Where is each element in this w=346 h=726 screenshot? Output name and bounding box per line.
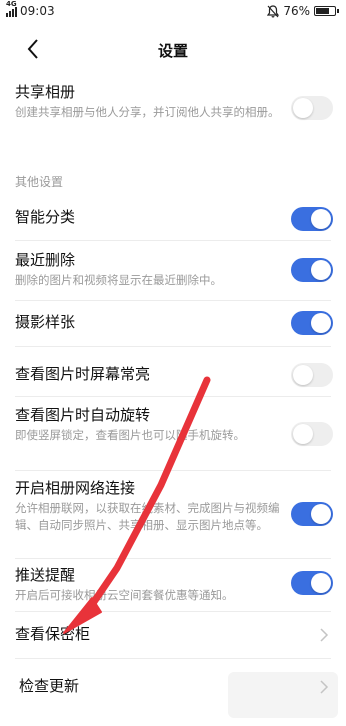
setting-recently-deleted[interactable]: 最近删除 删除的图片和视频将显示在最近删除中。 xyxy=(15,250,333,289)
divider xyxy=(15,300,331,301)
network-toggle[interactable] xyxy=(291,502,333,526)
mute-icon xyxy=(267,4,280,18)
setting-title: 共享相册 xyxy=(15,83,76,101)
setting-title: 开启相册网络连接 xyxy=(15,479,136,497)
section-header-other: 其他设置 xyxy=(15,175,64,189)
status-right: 76% xyxy=(267,4,339,18)
status-bar: 4G 09:03 76% xyxy=(0,0,346,24)
setting-desc: 开启后可接收相册云空间套餐优惠等通知。 xyxy=(15,588,234,602)
toggle-knob xyxy=(293,424,313,444)
setting-desc: 允许相册联网，以获取在线素材、完成图片与视频编辑、自动同步照片、共享相册、显示图… xyxy=(15,501,280,532)
battery-percent: 76% xyxy=(283,4,310,18)
toggle-knob xyxy=(293,98,313,118)
status-left: 4G 09:03 xyxy=(6,0,55,18)
chevron-right-icon xyxy=(320,680,329,694)
setting-title: 推送提醒 xyxy=(15,566,76,584)
setting-title: 智能分类 xyxy=(15,208,76,226)
page-title: 设置 xyxy=(157,42,188,60)
push-toggle[interactable] xyxy=(291,571,333,595)
setting-desc: 删除的图片和视频将显示在最近删除中。 xyxy=(15,273,222,287)
setting-photo-style[interactable]: 摄影样张 xyxy=(15,311,333,335)
network-type: 4G xyxy=(6,0,17,8)
status-time: 09:03 xyxy=(20,4,55,18)
setting-screen-on[interactable]: 查看图片时屏幕常亮 xyxy=(15,363,333,387)
auto-rotate-toggle[interactable] xyxy=(291,422,333,446)
toggle-knob xyxy=(311,313,331,333)
setting-push[interactable]: 推送提醒 开启后可接收相册云空间套餐优惠等通知。 xyxy=(15,565,333,604)
setting-title: 最近删除 xyxy=(15,251,76,269)
header: 设置 xyxy=(0,32,346,66)
setting-title: 检查更新 xyxy=(19,677,80,695)
divider xyxy=(15,346,331,347)
setting-auto-rotate[interactable]: 查看图片时自动旋转 即使竖屏锁定，查看图片也可以随手机旋转。 xyxy=(15,405,333,446)
toggle-knob xyxy=(311,504,331,524)
toggle-knob xyxy=(311,260,331,280)
setting-check-update[interactable]: 检查更新 xyxy=(15,676,333,700)
toggle-knob xyxy=(293,365,313,385)
battery-icon xyxy=(314,6,339,16)
toggle-knob xyxy=(311,573,331,593)
smart-classify-toggle[interactable] xyxy=(291,207,333,231)
divider xyxy=(15,658,331,659)
chevron-right-icon xyxy=(320,628,329,642)
setting-network[interactable]: 开启相册网络连接 允许相册联网，以获取在线素材、完成图片与视频编辑、自动同步照片… xyxy=(15,478,333,534)
setting-shared-album[interactable]: 共享相册 创建共享相册与他人分享，并订阅他人共享的相册。 xyxy=(15,82,333,121)
setting-safe-box[interactable]: 查看保密柜 xyxy=(15,624,333,648)
divider xyxy=(15,558,331,559)
signal-icon: 4G xyxy=(6,0,17,17)
toggle-knob xyxy=(311,209,331,229)
setting-desc: 即使竖屏锁定，查看图片也可以随手机旋转。 xyxy=(15,428,245,442)
shared-album-toggle[interactable] xyxy=(291,96,333,120)
setting-title: 查看保密柜 xyxy=(15,625,91,643)
divider xyxy=(15,470,331,471)
setting-title: 查看图片时自动旋转 xyxy=(15,406,151,424)
divider xyxy=(15,240,331,241)
divider xyxy=(15,396,331,397)
photo-style-toggle[interactable] xyxy=(291,311,333,335)
setting-title: 摄影样张 xyxy=(15,313,76,331)
recently-deleted-toggle[interactable] xyxy=(291,258,333,282)
setting-title: 查看图片时屏幕常亮 xyxy=(15,365,151,383)
screen-on-toggle[interactable] xyxy=(291,363,333,387)
divider xyxy=(15,611,331,612)
setting-smart-classify[interactable]: 智能分类 xyxy=(15,207,333,231)
setting-desc: 创建共享相册与他人分享，并订阅他人共享的相册。 xyxy=(15,105,280,119)
